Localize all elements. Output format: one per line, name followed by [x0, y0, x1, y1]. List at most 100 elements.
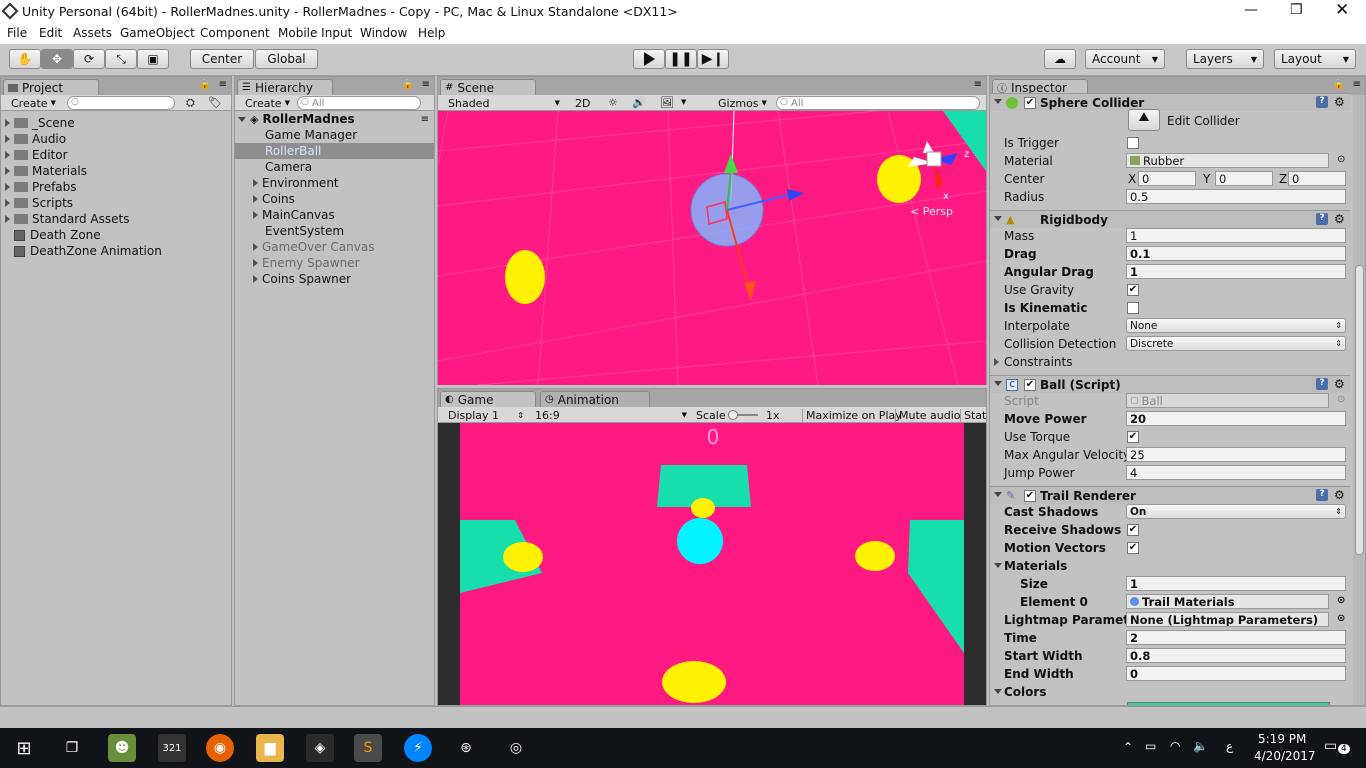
minimize-button[interactable]: — — [1244, 2, 1258, 18]
play-button[interactable] — [633, 49, 665, 69]
interpolate-dropdown[interactable]: None ⇕ — [1126, 318, 1346, 333]
colors-row[interactable]: Colors — [990, 683, 1350, 701]
expand-arrow-icon[interactable] — [5, 183, 10, 191]
scene-viewport[interactable]: z x < Persp — [438, 111, 986, 385]
hierarchy-item[interactable]: Enemy Spawner — [235, 255, 434, 271]
hierarchy-item[interactable]: Game Manager — [235, 127, 434, 143]
move-tool-button[interactable]: ✥ — [41, 49, 73, 69]
end-width-field[interactable]: 0 — [1126, 666, 1346, 681]
expand-arrow-icon[interactable] — [5, 167, 10, 175]
mute-audio-toggle[interactable]: Mute audio — [895, 409, 961, 422]
expand-arrow-icon[interactable] — [253, 179, 258, 187]
2d-toggle[interactable]: 2D — [571, 96, 590, 110]
expand-arrow-icon[interactable] — [253, 243, 258, 251]
project-item[interactable]: Death Zone — [5, 227, 229, 243]
cast-shadows-dropdown[interactable]: On ⇕ — [1126, 504, 1346, 519]
persp-label[interactable]: < Persp — [910, 205, 953, 218]
collapse-arrow-icon[interactable] — [994, 216, 1002, 221]
lock-icon[interactable]: 🔒 — [402, 79, 414, 90]
expand-arrow-icon[interactable] — [5, 151, 10, 159]
ball-script-header[interactable]: C ✔ Ball (Script) ? ⚙ — [990, 375, 1350, 393]
pivot-global-button[interactable]: Global — [255, 49, 318, 69]
clock-time[interactable]: 5:19 PM — [1258, 732, 1306, 746]
material-field[interactable]: Rubber — [1126, 153, 1329, 168]
lightmap-field[interactable]: None (Lightmap Parameters) — [1126, 612, 1329, 627]
help-icon[interactable]: ? — [1316, 96, 1328, 108]
app-button[interactable]: ⊛ — [452, 734, 480, 762]
audio-icon[interactable]: 🔊 — [632, 96, 646, 109]
object-picker-icon[interactable]: ⊙ — [1337, 613, 1345, 624]
angular-drag-field[interactable]: 1 — [1126, 264, 1346, 279]
expand-arrow-icon[interactable] — [253, 259, 258, 267]
help-icon[interactable]: ? — [1316, 378, 1328, 390]
hierarchy-item[interactable]: EventSystem — [235, 223, 434, 239]
menu-assets[interactable]: Assets — [73, 26, 112, 40]
scene-menu-icon[interactable]: ≡ — [421, 114, 429, 125]
account-dropdown[interactable]: Account ▼ — [1085, 49, 1165, 69]
mass-field[interactable]: 1 — [1126, 228, 1346, 243]
project-item[interactable]: Materials — [5, 163, 229, 179]
use-torque-checkbox[interactable]: ✔ — [1127, 431, 1139, 443]
panel-menu-icon[interactable]: ≡ — [974, 79, 982, 90]
gear-icon[interactable]: ⚙ — [1334, 212, 1345, 226]
gizmos-dropdown[interactable]: Gizmos ▼ — [714, 96, 767, 110]
is-trigger-checkbox[interactable] — [1127, 137, 1139, 149]
gear-icon[interactable]: ⚙ — [1334, 488, 1345, 502]
ball-script-enabled-checkbox[interactable]: ✔ — [1024, 379, 1036, 391]
panel-menu-icon[interactable]: ≡ — [422, 79, 430, 90]
trail-renderer-enabled-checkbox[interactable]: ✔ — [1024, 490, 1036, 502]
effects-icon[interactable]: 🖼 — [660, 96, 674, 109]
battery-icon[interactable]: ▭ — [1145, 739, 1156, 753]
project-item[interactable]: Audio — [5, 131, 229, 147]
gear-icon[interactable]: ⚙ — [1334, 377, 1345, 391]
filter-type-icon[interactable]: ⛭ — [186, 96, 195, 110]
shading-dropdown[interactable]: Shaded ▼ — [444, 96, 560, 110]
expand-arrow-icon[interactable] — [994, 358, 999, 366]
tab-game[interactable]: ◐ Game — [440, 391, 536, 407]
collapse-arrow-icon[interactable] — [994, 492, 1002, 497]
rigidbody-header[interactable]: ▲ Rigidbody ? ⚙ — [990, 210, 1350, 228]
help-icon[interactable]: ? — [1316, 213, 1328, 225]
radius-field[interactable]: 0.5 — [1126, 189, 1346, 204]
sphere-collider-header[interactable]: ✔ Sphere Collider ? ⚙ — [990, 93, 1350, 111]
maximize-button[interactable]: ❐ — [1290, 2, 1303, 18]
tab-hierarchy[interactable]: ☰ Hierarchy — [237, 79, 333, 95]
hierarchy-item[interactable]: RollerBall — [235, 143, 434, 159]
app-button[interactable]: ◎ — [502, 734, 530, 762]
maximize-on-play-toggle[interactable]: Maximize on Play — [802, 409, 902, 422]
motion-vectors-checkbox[interactable]: ✔ — [1127, 542, 1139, 554]
input-language[interactable]: ع — [1226, 739, 1233, 753]
tab-scene[interactable]: # Scene — [440, 79, 536, 95]
wifi-icon[interactable]: ◠ — [1170, 739, 1180, 753]
notification-icon[interactable]: ▭ — [1324, 738, 1337, 754]
sphere-collider-enabled-checkbox[interactable]: ✔ — [1024, 97, 1036, 109]
max-angular-velocity-field[interactable]: 25 — [1126, 447, 1346, 462]
menu-help[interactable]: Help — [418, 26, 445, 40]
project-item[interactable]: DeathZone Animation — [5, 243, 229, 259]
expand-arrow-icon[interactable] — [253, 195, 258, 203]
menu-component[interactable]: Component — [200, 26, 270, 40]
project-item[interactable]: Prefabs — [5, 179, 229, 195]
move-power-field[interactable]: 20 — [1126, 411, 1346, 426]
menu-mobile-input[interactable]: Mobile Input — [278, 26, 352, 40]
menu-edit[interactable]: Edit — [39, 26, 62, 40]
hierarchy-search-input[interactable]: ○ All — [297, 96, 421, 110]
tab-animation[interactable]: ◷ Animation — [540, 391, 650, 407]
help-icon[interactable]: ? — [1316, 489, 1328, 501]
project-item[interactable]: Editor — [5, 147, 229, 163]
center-y-field[interactable]: 0 — [1215, 171, 1273, 186]
constraints-row[interactable]: Constraints — [990, 353, 1350, 371]
lock-icon[interactable]: 🔒 — [1333, 79, 1345, 90]
menu-gameobject[interactable]: GameObject — [120, 26, 195, 40]
is-kinematic-checkbox[interactable] — [1127, 302, 1139, 314]
volume-icon[interactable]: 🔈 — [1193, 739, 1208, 753]
chevron-down-icon[interactable]: ▼ — [681, 98, 686, 106]
project-item[interactable]: Scripts — [5, 195, 229, 211]
edit-collider-button[interactable]: ⛰ — [1128, 109, 1160, 131]
hierarchy-item[interactable]: Camera — [235, 159, 434, 175]
inspector-scrollbar[interactable] — [1353, 95, 1365, 705]
panel-menu-icon[interactable]: ≡ — [219, 79, 227, 90]
receive-shadows-checkbox[interactable]: ✔ — [1127, 524, 1139, 536]
size-field[interactable]: 1 — [1126, 576, 1346, 591]
coin[interactable] — [505, 250, 545, 304]
